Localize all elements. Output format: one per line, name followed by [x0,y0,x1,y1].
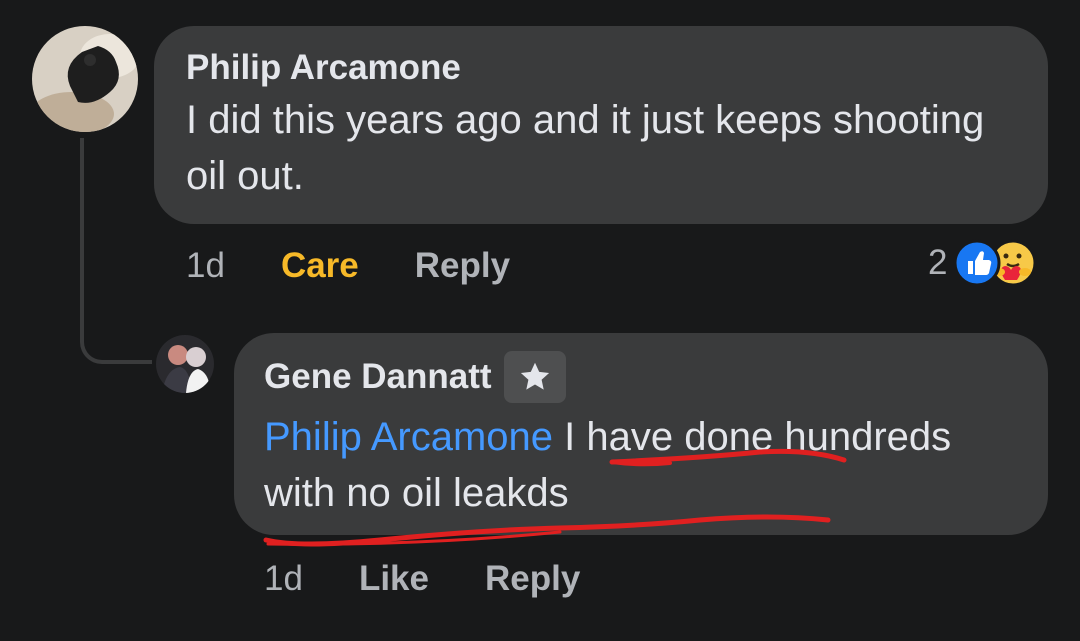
reply-button[interactable]: Reply [485,559,580,599]
comment-actions: 1d Like Reply [264,557,636,601]
mention-link[interactable]: Philip Arcamone [264,415,553,459]
comment-bubble: Gene Dannatt Philip Arcamone I have done… [234,333,1048,535]
comment-text: I did this years ago and it just keeps s… [186,98,985,198]
thread-connector-line [80,138,152,364]
reaction-count: 2 [928,243,948,282]
comment-bubble: Philip Arcamone I did this years ago and… [154,26,1048,224]
star-icon [520,362,549,390]
reply-button[interactable]: Reply [415,246,510,286]
reaction-summary[interactable]: 2 [928,238,1039,288]
like-icon [953,239,1037,287]
comment-author[interactable]: Gene Dannatt [264,355,492,399]
comment-header: Gene Dannatt [264,351,1018,403]
avatar[interactable] [156,335,214,393]
like-button[interactable]: Like [359,559,429,599]
comment-actions: 1d Care Reply [186,244,566,288]
comment-timestamp[interactable]: 1d [264,559,303,599]
avatar[interactable] [32,26,138,132]
comment-timestamp[interactable]: 1d [186,246,225,286]
care-button[interactable]: Care [281,246,359,286]
comment-text: Philip Arcamone I have done hundreds wit… [264,409,1024,521]
comment-author[interactable]: Philip Arcamone [186,46,1016,90]
comment-thread: Philip Arcamone I did this years ago and… [0,0,1080,641]
top-fan-badge[interactable] [503,351,566,403]
